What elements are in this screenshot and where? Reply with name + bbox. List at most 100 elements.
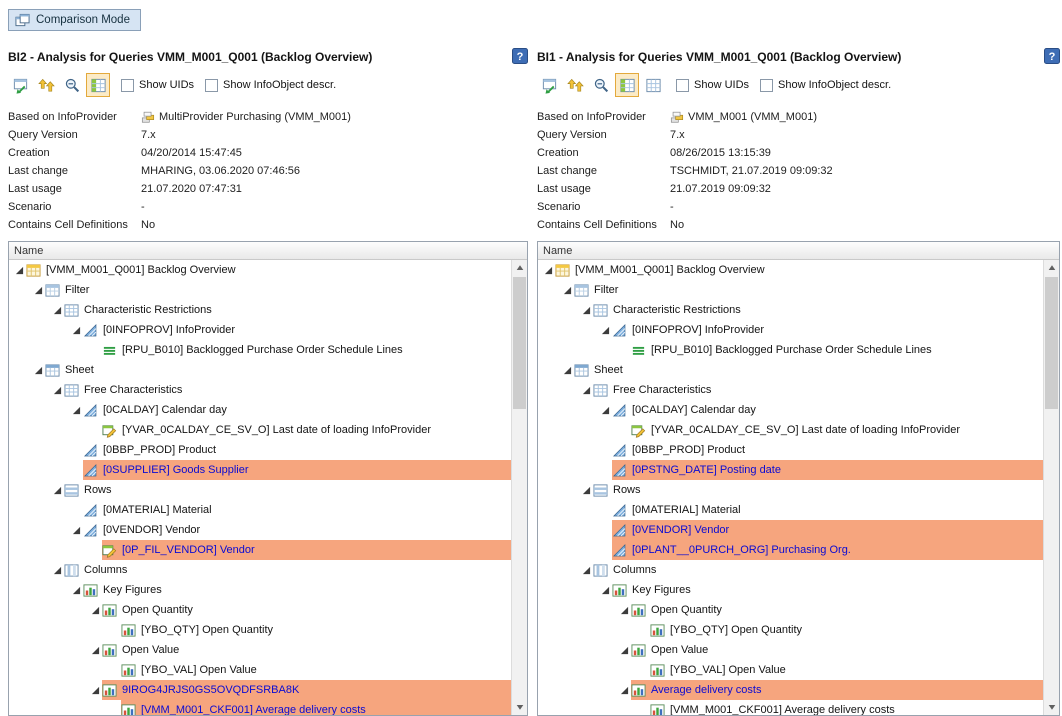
- tree-node[interactable]: Rows: [9, 480, 511, 500]
- expander-icon[interactable]: [51, 306, 64, 315]
- expander-icon[interactable]: [70, 326, 83, 335]
- grid-view-button[interactable]: [641, 73, 665, 97]
- tree-node[interactable]: Open Value: [538, 640, 1043, 660]
- expander-icon[interactable]: [51, 386, 64, 395]
- tree-node[interactable]: [YBO_VAL] Open Value: [538, 660, 1043, 680]
- tree-node[interactable]: Characteristic Restrictions: [538, 300, 1043, 320]
- display-query-button[interactable]: [537, 73, 561, 97]
- tree-node[interactable]: [YBO_QTY] Open Quantity: [538, 620, 1043, 640]
- tree-node[interactable]: Open Quantity: [9, 600, 511, 620]
- vertical-scrollbar[interactable]: [511, 260, 527, 715]
- tree-node[interactable]: Sheet: [538, 360, 1043, 380]
- expander-icon[interactable]: [580, 486, 593, 495]
- tree-node[interactable]: [VMM_M001_Q001] Backlog Overview: [9, 260, 511, 280]
- tree-node[interactable]: [0PLANT__0PURCH_ORG] Purchasing Org.: [538, 540, 1043, 560]
- expander-icon[interactable]: [70, 406, 83, 415]
- tree-node[interactable]: [RPU_B010] Backlogged Purchase Order Sch…: [9, 340, 511, 360]
- tree-node[interactable]: Characteristic Restrictions: [9, 300, 511, 320]
- show-uids-checkbox[interactable]: Show UIDs: [121, 79, 194, 92]
- expander-icon[interactable]: [599, 406, 612, 415]
- expander-icon[interactable]: [580, 306, 593, 315]
- help-icon[interactable]: ?: [512, 48, 528, 64]
- tree-node[interactable]: Open Quantity: [538, 600, 1043, 620]
- tree-node[interactable]: [0VENDOR] Vendor: [538, 520, 1043, 540]
- tree-node[interactable]: Filter: [538, 280, 1043, 300]
- scrollbar-thumb[interactable]: [513, 277, 526, 409]
- tree-node[interactable]: [0CALDAY] Calendar day: [9, 400, 511, 420]
- tree-node[interactable]: [RPU_B010] Backlogged Purchase Order Sch…: [538, 340, 1043, 360]
- show-infoobject-descr-checkbox[interactable]: Show InfoObject descr.: [760, 79, 891, 92]
- tree-node[interactable]: Filter: [9, 280, 511, 300]
- expander-icon[interactable]: [618, 606, 631, 615]
- tree-node[interactable]: [VMM_M001_CKF001] Average delivery costs: [9, 700, 511, 715]
- tree-node[interactable]: [0P_FIL_VENDOR] Vendor: [9, 540, 511, 560]
- tree-node[interactable]: 9IROG4JRJS0GS5OVQDFSRBA8K: [9, 680, 511, 700]
- tree-node[interactable]: [0MATERIAL] Material: [9, 500, 511, 520]
- zoom-out-button[interactable]: [589, 73, 613, 97]
- expander-icon[interactable]: [561, 286, 574, 295]
- tree-node[interactable]: [0INFOPROV] InfoProvider: [538, 320, 1043, 340]
- comparison-mode-button[interactable]: Comparison Mode: [8, 9, 141, 31]
- checkbox-box[interactable]: [205, 79, 218, 92]
- expander-icon[interactable]: [70, 526, 83, 535]
- expander-icon[interactable]: [580, 386, 593, 395]
- tree-node[interactable]: [VMM_M001_Q001] Backlog Overview: [538, 260, 1043, 280]
- zoom-out-button[interactable]: [60, 73, 84, 97]
- scroll-down-button[interactable]: [512, 699, 527, 715]
- expander-icon[interactable]: [89, 606, 102, 615]
- tree-node[interactable]: Key Figures: [538, 580, 1043, 600]
- scroll-down-button[interactable]: [1044, 699, 1059, 715]
- tree-node[interactable]: [VMM_M001_CKF001] Average delivery costs: [538, 700, 1043, 715]
- scroll-up-button[interactable]: [1044, 260, 1059, 276]
- tree-node[interactable]: [0BBP_PROD] Product: [9, 440, 511, 460]
- vertical-scrollbar[interactable]: [1043, 260, 1059, 715]
- expander-icon[interactable]: [51, 486, 64, 495]
- technical-names-view-button[interactable]: [86, 73, 110, 97]
- expander-icon[interactable]: [89, 686, 102, 695]
- expander-icon[interactable]: [51, 566, 64, 575]
- checkbox-box[interactable]: [760, 79, 773, 92]
- expander-icon[interactable]: [599, 326, 612, 335]
- tree-node[interactable]: [YVAR_0CALDAY_CE_SV_O] Last date of load…: [9, 420, 511, 440]
- expander-icon[interactable]: [561, 366, 574, 375]
- tree-node[interactable]: [YVAR_0CALDAY_CE_SV_O] Last date of load…: [538, 420, 1043, 440]
- tree-node[interactable]: [YBO_VAL] Open Value: [9, 660, 511, 680]
- tree-node[interactable]: [0MATERIAL] Material: [538, 500, 1043, 520]
- expander-icon[interactable]: [32, 286, 45, 295]
- tree-node[interactable]: Free Characteristics: [9, 380, 511, 400]
- scrollbar-thumb[interactable]: [1045, 277, 1058, 409]
- tree-node[interactable]: Rows: [538, 480, 1043, 500]
- expander-icon[interactable]: [599, 586, 612, 595]
- tree-node[interactable]: Average delivery costs: [538, 680, 1043, 700]
- tree-node[interactable]: Sheet: [9, 360, 511, 380]
- expander-icon[interactable]: [13, 266, 26, 275]
- tree-node[interactable]: [0BBP_PROD] Product: [538, 440, 1043, 460]
- expander-icon[interactable]: [580, 566, 593, 575]
- tree-node[interactable]: [0INFOPROV] InfoProvider: [9, 320, 511, 340]
- tree-node[interactable]: [0SUPPLIER] Goods Supplier: [9, 460, 511, 480]
- tree-node[interactable]: [0VENDOR] Vendor: [9, 520, 511, 540]
- scroll-up-button[interactable]: [512, 260, 527, 276]
- display-query-button[interactable]: [8, 73, 32, 97]
- expander-icon[interactable]: [542, 266, 555, 275]
- transfer-query-button[interactable]: [563, 73, 587, 97]
- scrollbar-track[interactable]: [512, 276, 527, 699]
- tree-node[interactable]: Open Value: [9, 640, 511, 660]
- scrollbar-track[interactable]: [1044, 276, 1059, 699]
- tree-node[interactable]: Columns: [538, 560, 1043, 580]
- tree-node[interactable]: [0CALDAY] Calendar day: [538, 400, 1043, 420]
- expander-icon[interactable]: [89, 646, 102, 655]
- expander-icon[interactable]: [618, 646, 631, 655]
- expander-icon[interactable]: [32, 366, 45, 375]
- tree-node[interactable]: [YBO_QTY] Open Quantity: [9, 620, 511, 640]
- show-uids-checkbox[interactable]: Show UIDs: [676, 79, 749, 92]
- tree-node[interactable]: Free Characteristics: [538, 380, 1043, 400]
- expander-icon[interactable]: [618, 686, 631, 695]
- tree-node[interactable]: Key Figures: [9, 580, 511, 600]
- checkbox-box[interactable]: [676, 79, 689, 92]
- show-infoobject-descr-checkbox[interactable]: Show InfoObject descr.: [205, 79, 336, 92]
- help-icon[interactable]: ?: [1044, 48, 1060, 64]
- checkbox-box[interactable]: [121, 79, 134, 92]
- expander-icon[interactable]: [70, 586, 83, 595]
- tree-node[interactable]: Columns: [9, 560, 511, 580]
